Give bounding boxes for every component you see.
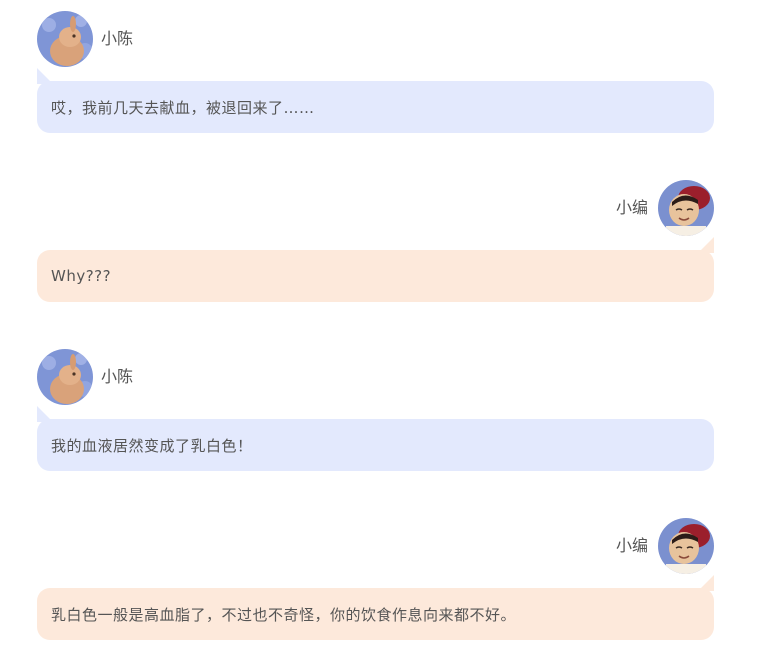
chat-message-left: 小陈 我的血液居然变成了乳白色！: [37, 349, 714, 471]
bubble-tail: [37, 68, 53, 84]
message-text: 哎，我前几天去献血，被退回来了……: [51, 98, 315, 117]
message-text: 我的血液居然变成了乳白色！: [51, 436, 253, 455]
bubble-tail: [698, 237, 714, 253]
message-text: 乳白色一般是高血脂了，不过也不奇怪，你的饮食作息向来都不好。: [51, 605, 517, 624]
message-header: 小编: [37, 518, 714, 574]
message-header: 小陈: [37, 349, 714, 405]
chat-message-right: 小编 乳白色一般是高血脂了，不过也不奇怪，你的饮食作息向来都不好。: [37, 518, 714, 640]
message-bubble: 乳白色一般是高血脂了，不过也不奇怪，你的饮食作息向来都不好。: [37, 575, 714, 640]
message-header: 小陈: [37, 11, 714, 67]
sender-name: 小编: [615, 198, 648, 217]
girl-avatar[interactable]: [658, 180, 714, 236]
sender-name: 小陈: [101, 29, 134, 48]
bubble-tail: [698, 575, 714, 591]
message-bubble: 哎，我前几天去献血，被退回来了……: [37, 68, 714, 133]
sender-name: 小陈: [101, 367, 134, 386]
bubble-tail: [37, 406, 53, 422]
sender-name: 小编: [615, 536, 648, 555]
rabbit-avatar[interactable]: [37, 349, 93, 405]
rabbit-avatar[interactable]: [37, 11, 93, 67]
message-bubble: 我的血液居然变成了乳白色！: [37, 406, 714, 471]
chat-message-right: 小编 Why???: [37, 180, 714, 302]
message-text: Why???: [51, 267, 112, 285]
message-header: 小编: [37, 180, 714, 236]
girl-avatar[interactable]: [658, 518, 714, 574]
chat-message-left: 小陈 哎，我前几天去献血，被退回来了……: [37, 11, 714, 133]
message-bubble: Why???: [37, 237, 714, 302]
